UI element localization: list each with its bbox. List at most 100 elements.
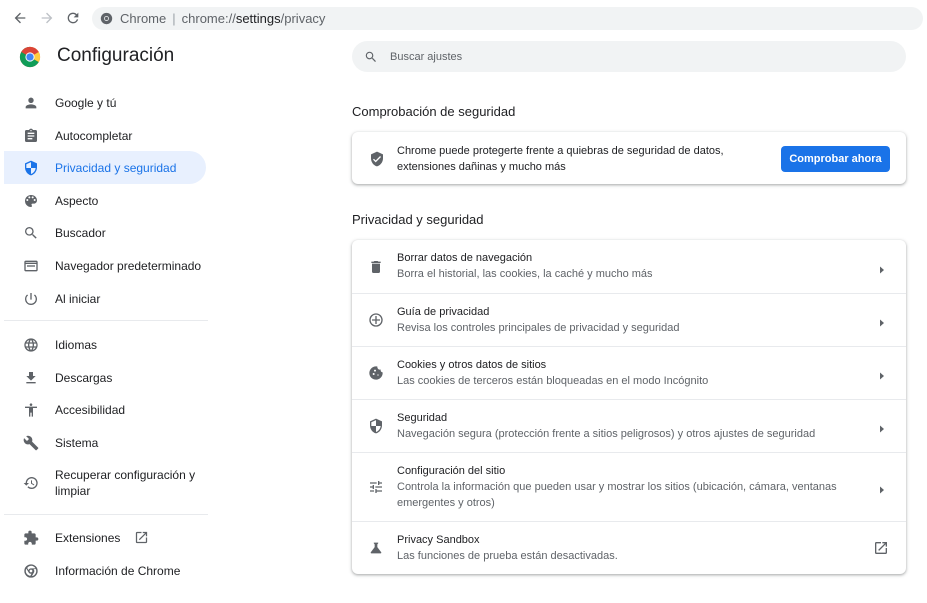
sidebar-item-label: Información de Chrome	[55, 563, 181, 578]
search-input[interactable]	[390, 50, 870, 63]
omnibox-path: /privacy	[280, 11, 326, 26]
row-subtitle: Las funciones de prueba están desactivad…	[397, 550, 618, 562]
globe-icon	[22, 336, 40, 354]
sidebar-item-label: Navegador predeterminado	[55, 258, 202, 273]
power-icon	[22, 290, 40, 308]
row-cookies[interactable]: Cookies y otros datos de sitios Las cook…	[352, 346, 906, 399]
chrome-logo-icon	[19, 46, 41, 68]
check-now-button[interactable]: Comprobar ahora	[781, 146, 890, 172]
puzzle-icon	[22, 529, 40, 547]
sidebar-item-extensions[interactable]: Extensiones	[4, 521, 206, 554]
row-site-settings[interactable]: Configuración del sitio Controla la info…	[352, 452, 906, 521]
sidebar-item-autofill[interactable]: Autocompletar	[4, 119, 206, 152]
page-title: Configuración	[57, 45, 175, 66]
omnibox-scheme: chrome://	[181, 11, 236, 26]
back-button[interactable]	[10, 8, 30, 28]
sidebar-item-default-browser[interactable]: Navegador predeterminado	[4, 249, 206, 282]
arrow-right-icon	[877, 482, 887, 494]
search-icon	[365, 51, 376, 62]
row-privacy-guide[interactable]: Guía de privacidad Revisa los controles …	[352, 293, 906, 346]
sidebar-item-downloads[interactable]: Descargas	[4, 361, 206, 394]
sidebar-item-label: Aspecto	[55, 193, 99, 208]
browser-icon	[22, 257, 40, 275]
section-title-safety-check: Comprobación de seguridad	[352, 104, 516, 119]
row-title: Borrar datos de navegación	[397, 252, 533, 264]
tune-icon	[367, 478, 385, 496]
shield-icon	[22, 159, 40, 177]
row-security[interactable]: Seguridad Navegación segura (protección …	[352, 399, 906, 452]
reload-button[interactable]	[63, 8, 83, 28]
person-icon	[22, 94, 40, 112]
row-subtitle: Navegación segura (protección frente a s…	[397, 428, 816, 440]
sidebar-item-label: Buscador	[55, 225, 106, 240]
open-in-new-icon[interactable]	[873, 540, 889, 556]
sidebar-item-label: Accesibilidad	[55, 402, 126, 417]
open-in-new-icon	[134, 530, 149, 545]
sidebar-item-reset[interactable]: Recuperar configuración y limpiar	[4, 459, 206, 507]
compass-icon	[367, 311, 385, 329]
sidebar-item-label: Sistema	[55, 435, 99, 450]
clipboard-icon	[22, 127, 40, 145]
shield-check-icon	[369, 151, 385, 167]
arrow-right-icon	[877, 368, 887, 380]
row-title: Cookies y otros datos de sitios	[397, 359, 547, 371]
chrome-icon	[22, 562, 40, 580]
search-icon	[22, 224, 40, 242]
row-title: Seguridad	[397, 412, 448, 424]
accessibility-icon	[22, 401, 40, 419]
flask-icon	[367, 539, 385, 557]
section-title-privacy: Privacidad y seguridad	[352, 212, 484, 227]
sidebar-item-about-chrome[interactable]: Información de Chrome	[4, 554, 206, 587]
sidebar-item-search-engine[interactable]: Buscador	[4, 216, 206, 249]
row-subtitle: Revisa los controles principales de priv…	[397, 322, 680, 334]
download-icon	[22, 369, 40, 387]
sidebar-item-label: Idiomas	[55, 337, 98, 352]
omnibox-separator: |	[172, 11, 176, 26]
wrench-icon	[22, 434, 40, 452]
sidebar-item-on-startup[interactable]: Al iniciar	[4, 282, 206, 315]
sidebar-item-appearance[interactable]: Aspecto	[4, 184, 206, 217]
arrow-right-icon	[877, 262, 887, 274]
arrow-right-icon	[877, 315, 887, 327]
cookie-icon	[367, 364, 385, 382]
safety-check-text: Chrome puede protegerte frente a quiebra…	[397, 145, 724, 173]
sidebar-item-label: Google y tú	[55, 95, 117, 110]
omnibox-host: settings	[235, 11, 281, 26]
palette-icon	[22, 192, 40, 210]
row-title: Guía de privacidad	[397, 306, 490, 318]
chrome-icon	[100, 12, 114, 26]
sidebar-item-label: Privacidad y seguridad	[55, 160, 177, 175]
arrow-left-icon	[14, 12, 26, 24]
arrow-right-icon	[41, 12, 53, 24]
forward-button[interactable]	[37, 8, 57, 28]
safety-check-card: Chrome puede protegerte frente a quiebra…	[352, 132, 906, 184]
sidebar-item-label: Descargas	[55, 370, 113, 385]
arrow-right-icon	[877, 421, 887, 433]
omnibox-site-label: Chrome	[120, 11, 167, 26]
privacy-card: Borrar datos de navegación Borra el hist…	[352, 240, 906, 574]
sidebar-item-label: Extensiones	[55, 530, 121, 545]
address-bar[interactable]: Chrome | chrome://settings/privacy	[92, 7, 923, 30]
sidebar-item-system[interactable]: Sistema	[4, 426, 206, 459]
row-title: Configuración del sitio	[397, 465, 506, 477]
browser-toolbar: Chrome | chrome://settings/privacy	[0, 0, 927, 36]
sidebar-item-privacy[interactable]: Privacidad y seguridad	[4, 151, 206, 184]
settings-search[interactable]	[352, 41, 906, 72]
sidebar-item-accessibility[interactable]: Accesibilidad	[4, 393, 206, 426]
row-title: Privacy Sandbox	[397, 534, 480, 546]
sidebar-divider	[4, 320, 208, 321]
sidebar-item-label: Autocompletar	[55, 128, 133, 143]
shield-icon	[367, 417, 385, 435]
restore-icon	[22, 474, 40, 492]
row-subtitle: Las cookies de terceros están bloqueadas…	[397, 375, 709, 387]
sidebar-item-google[interactable]: Google y tú	[4, 86, 206, 119]
row-privacy-sandbox[interactable]: Privacy Sandbox Las funciones de prueba …	[352, 521, 906, 574]
reload-icon	[67, 12, 79, 24]
row-subtitle: Controla la información que pueden usar …	[397, 481, 837, 509]
row-clear-browsing-data[interactable]: Borrar datos de navegación Borra el hist…	[352, 240, 906, 293]
sidebar-item-languages[interactable]: Idiomas	[4, 328, 206, 361]
row-subtitle: Borra el historial, las cookies, la cach…	[397, 268, 653, 280]
trash-icon	[367, 258, 385, 276]
sidebar-item-label: Recuperar configuración y limpiar	[55, 468, 196, 498]
sidebar-divider	[4, 514, 208, 515]
